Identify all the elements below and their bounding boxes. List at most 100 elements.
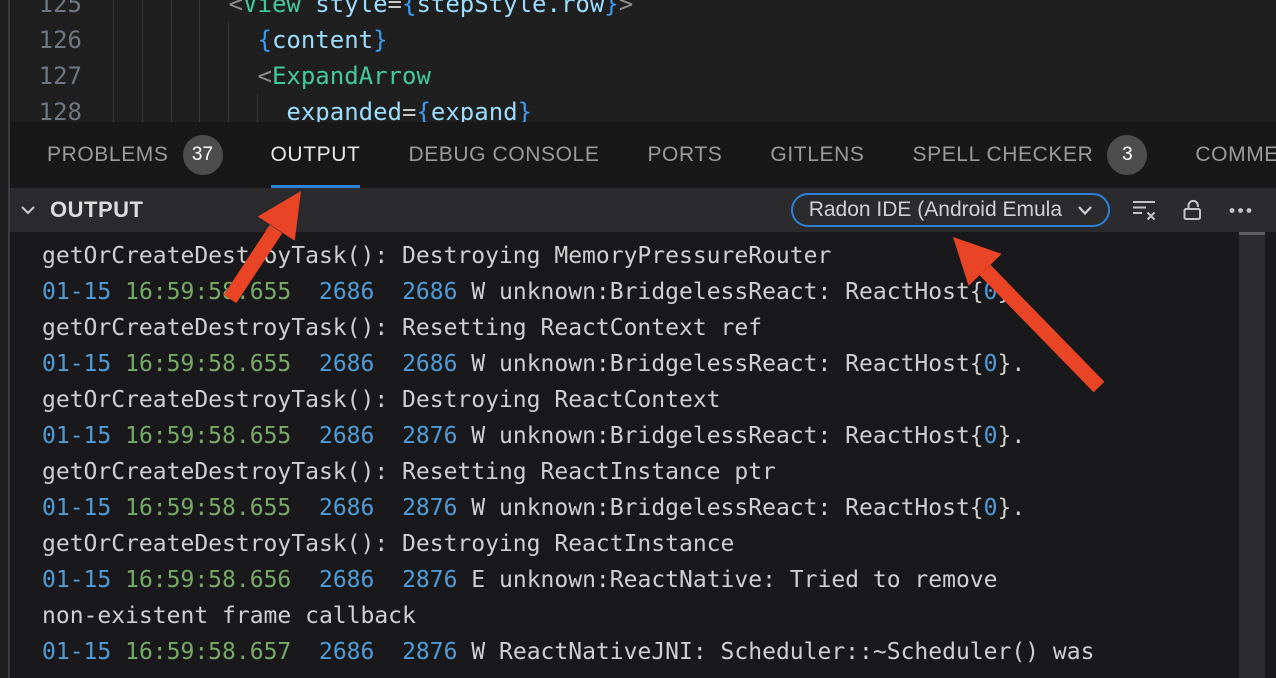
text-segment: getOrCreateDestroyTask(): Resetting Reac… — [42, 459, 776, 485]
text-segment: non-existent frame callback — [42, 603, 416, 629]
text-segment: getOrCreateDestroyTask(): Destroying Rea… — [42, 531, 734, 557]
collapse-panel-chevron-down-icon[interactable] — [14, 196, 42, 224]
editor-lines: 125 <View style={stepStyle.row}>126 {con… — [10, 0, 1276, 122]
text-segment — [291, 567, 319, 593]
text-segment: 16:59:58.655 — [125, 279, 291, 305]
text-segment: { — [416, 98, 430, 122]
text-segment: 01-15 — [42, 567, 125, 593]
text-segment — [291, 495, 319, 521]
text-segment: }. — [998, 279, 1026, 305]
panel-tab-ports[interactable]: PORTS — [647, 124, 722, 188]
text-segment: }. — [998, 351, 1026, 377]
text-segment: 16:59:58.656 — [125, 567, 291, 593]
text-segment — [374, 351, 402, 377]
clear-output-icon[interactable] — [1130, 196, 1158, 224]
window-left-edge — [0, 0, 8, 678]
log-line: getOrCreateDestroyTask(): Destroying Rea… — [42, 526, 1276, 562]
text-segment — [291, 423, 319, 449]
log-line: 01-15 16:59:58.655 2686 2686 W unknown:B… — [42, 346, 1276, 382]
log-line: getOrCreateDestroyTask(): Resetting Reac… — [42, 454, 1276, 490]
panel-tab-gitlens[interactable]: GITLENS — [770, 124, 864, 188]
text-segment: style — [315, 0, 387, 18]
text-segment: W unknown:BridgelessReact: ReactHost{ — [457, 279, 983, 305]
text-segment: 0 — [984, 423, 998, 449]
log-line: getOrCreateDestroyTask(): Destroying Mem… — [42, 238, 1276, 274]
text-segment — [113, 26, 258, 54]
tab-label: SPELL CHECKER — [912, 143, 1093, 167]
code-editor: 125 <View style={stepStyle.row}>126 {con… — [0, 0, 1276, 122]
text-segment: { — [258, 26, 272, 54]
text-segment — [374, 495, 402, 521]
text-segment: 16:59:58.655 — [125, 423, 291, 449]
text-segment: } — [373, 26, 387, 54]
panel-tab-spell-checker[interactable]: SPELL CHECKER 3 — [912, 124, 1147, 188]
text-segment: 0 — [984, 351, 998, 377]
text-segment — [374, 567, 402, 593]
text-segment: 01-15 — [42, 279, 125, 305]
tab-label: DEBUG CONSOLE — [408, 143, 599, 167]
unlock-icon[interactable] — [1178, 196, 1206, 224]
text-segment: 2686 — [319, 423, 374, 449]
panel-title: OUTPUT — [50, 197, 143, 223]
text-segment: > — [619, 0, 633, 18]
text-segment: = — [388, 0, 402, 18]
text-segment: W unknown:BridgelessReact: ReactHost{ — [457, 495, 983, 521]
text-segment: W unknown:BridgelessReact: ReactHost{ — [457, 423, 983, 449]
text-segment: } — [604, 0, 618, 18]
text-segment: 01-15 — [42, 639, 125, 665]
text-segment: expand — [431, 98, 518, 122]
text-segment: 2686 — [319, 639, 374, 665]
log-line: getOrCreateDestroyTask(): Resetting Reac… — [42, 310, 1276, 346]
output-channel-select[interactable]: Radon IDE (Android Emula — [791, 193, 1110, 227]
log-line: 01-15 16:59:58.657 2686 2876 W ReactNati… — [42, 634, 1276, 670]
text-segment — [113, 62, 258, 90]
text-segment: 2686 — [402, 351, 457, 377]
sidebar-border-line — [8, 0, 10, 678]
text-segment: getOrCreateDestroyTask(): Destroying Rea… — [42, 387, 721, 413]
text-segment: stepStyle.row — [416, 0, 604, 18]
text-segment: < — [258, 62, 272, 90]
text-segment: ExpandArrow — [272, 62, 431, 90]
panel-tab-problems[interactable]: PROBLEMS37 — [47, 124, 223, 188]
output-panel-header: OUTPUT Radon IDE (Android Emula — [0, 188, 1276, 232]
text-segment — [291, 279, 319, 305]
log-line: non-existent frame callback — [42, 598, 1276, 634]
tab-badge: 37 — [183, 135, 223, 175]
text-segment: 01-15 — [42, 351, 125, 377]
text-segment — [291, 639, 319, 665]
editor-line: 128 expanded={expand} — [10, 94, 1276, 122]
text-segment: View — [243, 0, 301, 18]
text-segment: 01-15 — [42, 495, 125, 521]
text-segment: W ReactNativeJNI: Scheduler::~Scheduler(… — [457, 639, 1094, 665]
text-segment: getOrCreateDestroyTask(): Resetting Reac… — [42, 315, 762, 341]
editor-line: 125 <View style={stepStyle.row}> — [10, 0, 1276, 22]
editor-line: 126 {content} — [10, 22, 1276, 58]
text-segment: getOrCreateDestroyTask(): Destroying Mem… — [42, 243, 831, 269]
text-segment: 16:59:58.655 — [125, 351, 291, 377]
panel-tab-output[interactable]: OUTPUT — [271, 124, 361, 188]
text-segment: 2686 — [319, 495, 374, 521]
text-segment: 2686 — [319, 567, 374, 593]
text-segment: } — [518, 98, 532, 122]
vscode-window: 125 <View style={stepStyle.row}>126 {con… — [0, 0, 1276, 678]
panel-tab-debug-console[interactable]: DEBUG CONSOLE — [408, 124, 599, 188]
log-line: 01-15 16:59:58.655 2686 2686 W unknown:B… — [42, 274, 1276, 310]
text-segment: 2876 — [402, 567, 457, 593]
line-number: 125 — [10, 0, 82, 22]
line-number: 128 — [10, 94, 82, 122]
panel-scrollbar-thumb[interactable] — [1239, 232, 1265, 678]
text-segment: 0 — [984, 495, 998, 521]
tab-label: OUTPUT — [271, 143, 361, 167]
more-actions-icon[interactable] — [1226, 196, 1254, 224]
text-segment: }. — [998, 423, 1026, 449]
text-segment: 2686 — [319, 351, 374, 377]
text-segment: 16:59:58.655 — [125, 495, 291, 521]
chevron-down-icon — [1074, 199, 1096, 221]
text-segment: 2876 — [402, 639, 457, 665]
panel-tab-comme[interactable]: COMME — [1195, 124, 1276, 188]
text-segment — [374, 279, 402, 305]
tab-badge: 3 — [1107, 135, 1147, 175]
output-channel-label: Radon IDE (Android Emula — [809, 198, 1062, 222]
text-segment — [291, 351, 319, 377]
text-segment: { — [402, 0, 416, 18]
